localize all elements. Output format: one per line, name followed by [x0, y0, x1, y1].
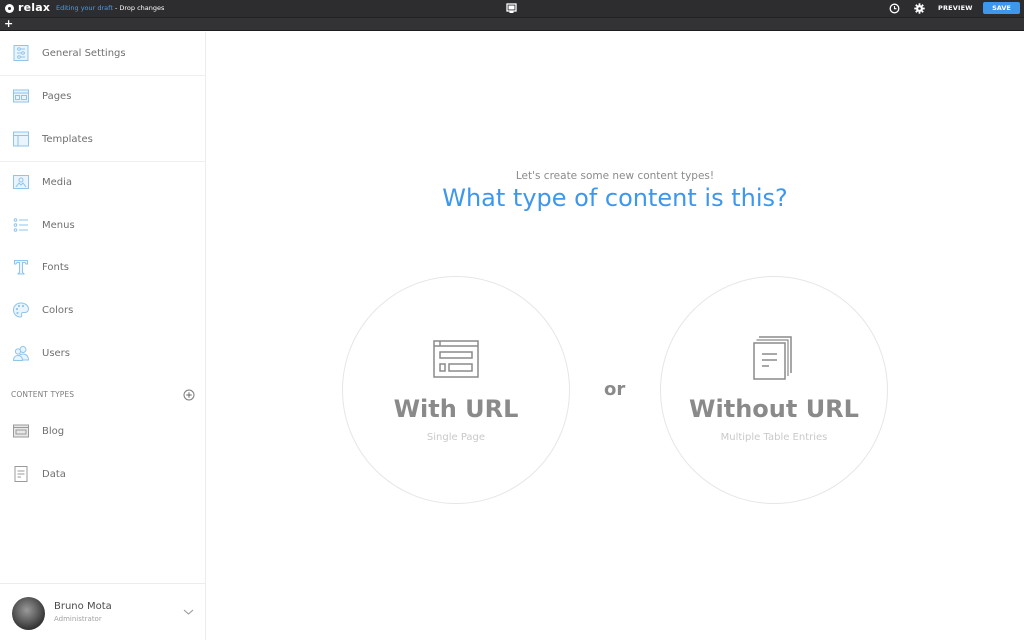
add-content-type-icon[interactable] [183, 389, 195, 401]
user-profile[interactable]: Bruno Mota Administrator [0, 583, 205, 640]
option-title: With URL [393, 395, 519, 423]
history-clock-icon[interactable] [889, 3, 900, 14]
avatar[interactable] [12, 597, 45, 630]
drop-changes-link[interactable]: Drop changes [119, 4, 164, 12]
sidebar: General Settings Pages Templates Media M… [0, 32, 206, 640]
top-bar: relax Editing your draft - Drop changes … [0, 0, 1024, 17]
sidebar-item-colors[interactable]: Colors [0, 289, 205, 331]
option-subtitle: Single Page [426, 432, 486, 443]
multiple-entries-icon [753, 336, 792, 380]
toolbar-secondary: + [0, 17, 1024, 31]
sidebar-item-label: Media [42, 176, 73, 188]
without-url-option[interactable]: Without URL Multiple Table Entries [660, 276, 888, 504]
chevron-down-icon[interactable] [183, 608, 194, 616]
save-button[interactable]: SAVE [983, 2, 1020, 14]
pages-icon [13, 89, 29, 103]
sidebar-item-label: Data [42, 468, 66, 480]
single-page-icon [433, 340, 479, 378]
sidebar-item-blog[interactable]: Blog [0, 410, 205, 452]
sidebar-item-label: Blog [42, 425, 65, 437]
page-subtitle: Let's create some new content types! [515, 170, 715, 182]
with-url-option[interactable]: With URL Single Page [342, 276, 570, 504]
sidebar-item-label: Menus [42, 219, 75, 231]
media-icon [13, 175, 29, 189]
logo-text: relax [18, 1, 51, 14]
option-subtitle: Multiple Table Entries [720, 432, 828, 443]
sidebar-item-fonts[interactable]: Fonts [0, 246, 205, 288]
editing-draft-label: Editing your draft [56, 4, 113, 12]
sidebar-item-menus[interactable]: Menus [0, 204, 205, 246]
preview-button[interactable]: PREVIEW [938, 3, 973, 13]
sidebar-item-media[interactable]: Media [0, 161, 205, 203]
menus-icon [13, 218, 28, 232]
sidebar-item-general-settings[interactable]: General Settings [0, 32, 205, 74]
general-settings-icon [13, 45, 29, 61]
user-name: Bruno Mota [54, 601, 112, 612]
settings-gear-icon[interactable] [914, 3, 925, 14]
user-role: Administrator [54, 615, 102, 623]
logo[interactable]: relax [5, 2, 50, 14]
users-icon [12, 346, 30, 361]
sidebar-item-templates[interactable]: Templates [0, 118, 205, 160]
option-title: Without URL [689, 395, 859, 423]
sidebar-item-label: Colors [42, 304, 74, 316]
sidebar-item-label: General Settings [42, 47, 126, 59]
draft-status: Editing your draft - Drop changes [56, 4, 164, 13]
sidebar-item-label: Templates [42, 133, 93, 145]
blog-icon [13, 424, 29, 438]
sidebar-item-data[interactable]: Data [0, 453, 205, 495]
main-content: Let's create some new content types! Wha… [206, 32, 1024, 640]
or-separator: or [604, 379, 626, 400]
logo-icon [5, 3, 14, 13]
templates-icon [13, 131, 29, 147]
content-types-heading: CONTENT TYPES [11, 390, 75, 399]
sidebar-item-users[interactable]: Users [0, 332, 205, 374]
sidebar-item-pages[interactable]: Pages [0, 75, 205, 117]
sidebar-item-label: Pages [42, 90, 72, 102]
add-button[interactable]: + [4, 18, 13, 30]
fonts-icon [14, 260, 28, 275]
data-icon [14, 466, 28, 482]
colors-palette-icon [12, 302, 30, 318]
device-monitor-icon[interactable] [506, 3, 517, 14]
page-title: What type of content is this? [442, 184, 788, 212]
sidebar-item-label: Fonts [42, 261, 69, 273]
sidebar-item-label: Users [42, 347, 71, 359]
